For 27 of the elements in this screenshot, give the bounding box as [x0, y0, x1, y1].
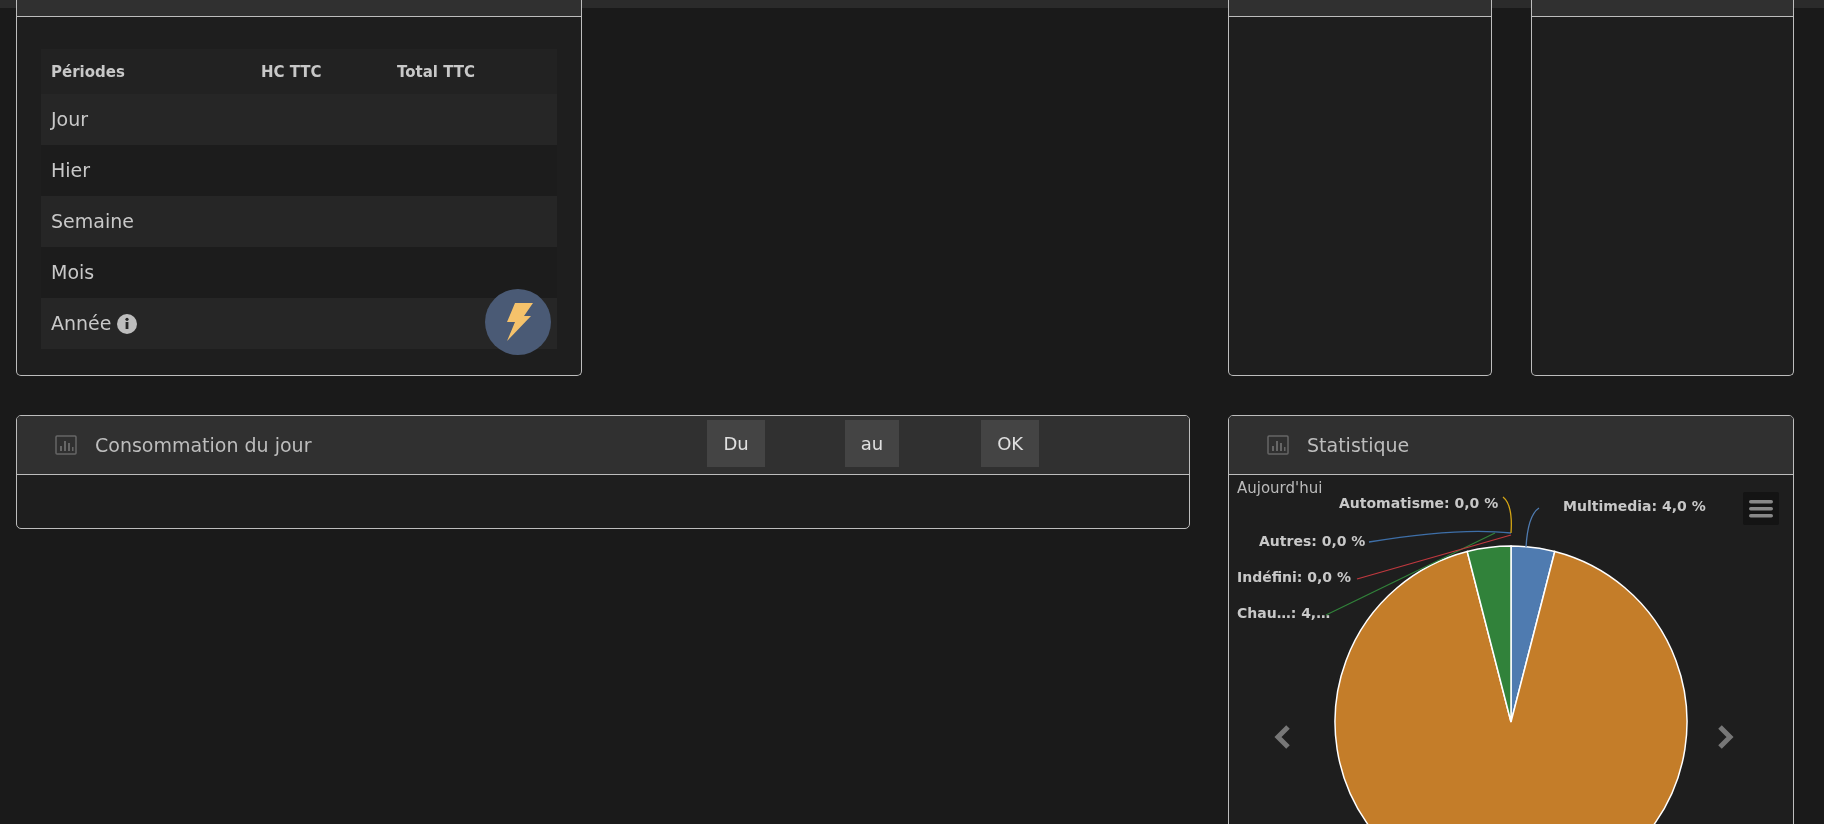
panel-title: Consommation du jour [95, 432, 312, 458]
table-cell-text: Année [51, 311, 112, 337]
data-label: Chau…: 4,… [1237, 605, 1331, 621]
bar-chart-icon [55, 435, 77, 455]
date-button[interactable]: au [844, 420, 900, 467]
table-cell-text: Semaine [51, 209, 134, 235]
chart-title: Aujourd'hui [1237, 479, 1323, 497]
table-cell-text: Mois [51, 260, 95, 286]
data-label: Multimedia: 4,0 % [1563, 498, 1706, 514]
info-icon[interactable] [117, 313, 138, 334]
data-label: Autres: 0,0 % [1259, 533, 1366, 549]
table-cell-text: Hier [51, 158, 91, 184]
panel-title: Statistique [1307, 432, 1410, 458]
menu-icon [1749, 499, 1773, 518]
date-button[interactable]: Du [707, 420, 765, 467]
column-header: Périodes [51, 62, 125, 81]
date-button[interactable]: OK [981, 420, 1040, 467]
bar-chart-icon [1267, 435, 1289, 455]
menu-button[interactable] [1743, 492, 1779, 525]
column-header: HC TTC [261, 62, 322, 81]
leader-line [1525, 507, 1540, 548]
data-label: Indéfini: 0,0 % [1237, 569, 1351, 585]
chevron-right-icon [1717, 724, 1735, 750]
table-cell-text: Jour [51, 107, 89, 133]
column-header: Total TTC [397, 62, 476, 81]
data-label: Automatisme: 0,0 % [1339, 495, 1499, 511]
chevron-left-icon [1273, 724, 1291, 750]
